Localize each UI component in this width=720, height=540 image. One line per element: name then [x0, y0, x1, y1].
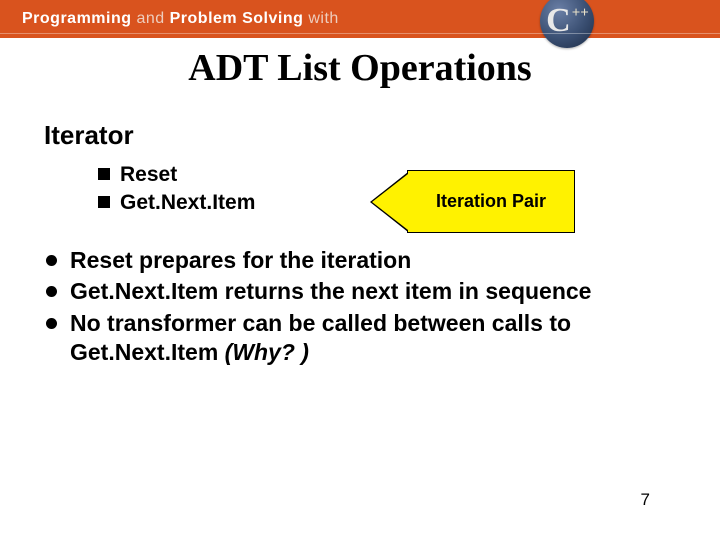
- banner-word-with: with: [308, 10, 338, 27]
- callout-label: Iteration Pair: [407, 170, 575, 233]
- slide-title: ADT List Operations: [0, 46, 720, 90]
- page-number: 7: [641, 490, 650, 510]
- cpp-logo-icon: C++: [540, 0, 594, 48]
- banner-word-and: and: [136, 10, 164, 27]
- banner-divider: [0, 33, 720, 34]
- banner-title: Programming and Problem Solving with: [22, 10, 339, 28]
- bullet-text-prefix: No transformer can be called between cal…: [70, 310, 571, 365]
- banner-word-solving: Solving: [242, 10, 303, 27]
- list-item: Reset prepares for the iteration: [44, 246, 676, 275]
- body-bullet-list: Reset prepares for the iteration Get.Nex…: [44, 246, 676, 368]
- banner-word-programming: Programming: [22, 10, 132, 27]
- book-banner: Programming and Problem Solving with C++: [0, 0, 720, 38]
- list-item: No transformer can be called between cal…: [44, 309, 676, 368]
- cpp-pp: ++: [572, 5, 589, 22]
- arrow-left-icon: [372, 174, 408, 230]
- iteration-pair-callout: Iteration Pair: [372, 170, 575, 233]
- banner-word-problem: Problem: [170, 10, 238, 27]
- slide-content: Iterator Reset Get.Next.Item Reset prepa…: [0, 90, 720, 367]
- list-item: Get.Next.Item returns the next item in s…: [44, 277, 676, 306]
- bullet-text-why: (Why? ): [225, 339, 309, 365]
- section-heading: Iterator: [44, 120, 676, 151]
